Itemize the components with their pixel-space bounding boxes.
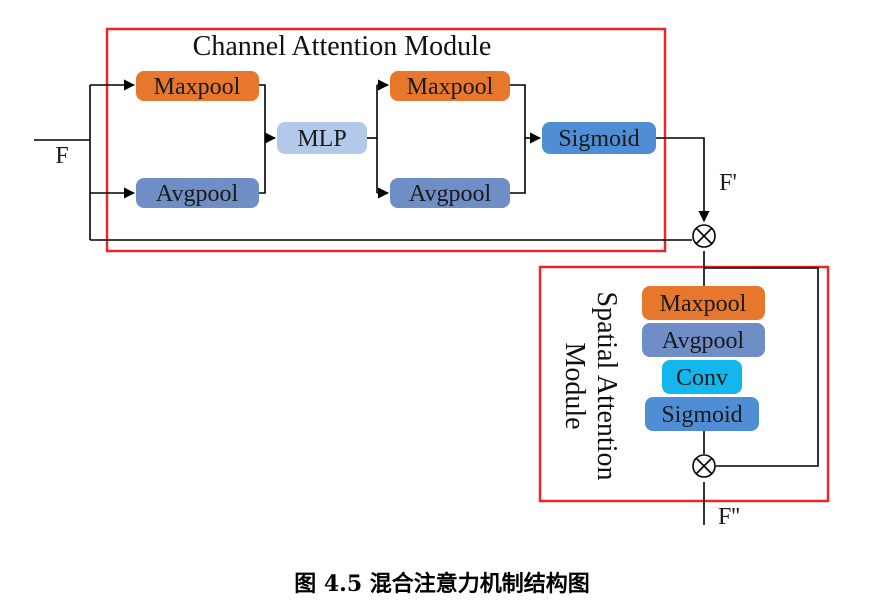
output-label-f-double-prime: F'' — [718, 504, 740, 530]
input-label-f: F — [55, 143, 68, 169]
svg-text:MLP: MLP — [297, 126, 346, 152]
spatial-conv: Conv — [662, 360, 742, 394]
channel-sigmoid: Sigmoid — [542, 122, 656, 154]
channel-maxpool-2: Maxpool — [390, 71, 510, 101]
svg-text:Avgpool: Avgpool — [662, 328, 745, 354]
svg-text:Avgpool: Avgpool — [409, 181, 492, 207]
channel-avgpool-2: Avgpool — [390, 178, 510, 208]
multiply-operator-2 — [692, 454, 716, 478]
svg-text:Conv: Conv — [676, 365, 728, 391]
channel-module-title: Channel Attention Module — [193, 31, 492, 62]
svg-text:Sigmoid: Sigmoid — [558, 126, 639, 152]
svg-text:Avgpool: Avgpool — [156, 181, 239, 207]
svg-text:Maxpool: Maxpool — [660, 291, 747, 317]
svg-text:Maxpool: Maxpool — [407, 74, 494, 100]
figure-caption: 图 4.5 混合注意力机制结构图 — [294, 571, 590, 597]
spatial-module-title-line2: Module — [559, 342, 590, 429]
spatial-sigmoid: Sigmoid — [645, 397, 759, 431]
intermediate-label-f-prime: F' — [719, 170, 737, 196]
svg-text:Sigmoid: Sigmoid — [661, 402, 742, 428]
attention-diagram: Channel Attention Module Maxpool Avgpool… — [34, 27, 830, 530]
multiply-operator-1 — [692, 224, 716, 248]
spatial-maxpool: Maxpool — [642, 286, 765, 320]
spatial-module-title-line1: Spatial Attention — [591, 292, 622, 481]
channel-maxpool-1: Maxpool — [136, 71, 259, 101]
mlp-node: MLP — [277, 122, 367, 154]
svg-text:Maxpool: Maxpool — [154, 74, 241, 100]
channel-avgpool-1: Avgpool — [136, 178, 259, 208]
spatial-avgpool: Avgpool — [642, 323, 765, 357]
